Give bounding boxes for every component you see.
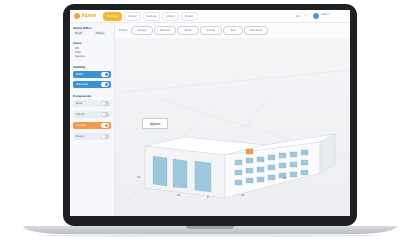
app-logo[interactable]: Alpine	[74, 12, 97, 20]
visibility-walls-label: Walls	[76, 72, 84, 76]
phase-filter-label: Phase	[119, 28, 128, 32]
phase-chip-finish[interactable]: Finish	[200, 26, 222, 35]
laptop-shadow	[40, 234, 380, 237]
visibility-walls-toggle[interactable]: Walls	[73, 71, 111, 78]
component-facade[interactable]: Facade	[73, 122, 111, 129]
app-screen: Alpine Building Model Settings Library R…	[70, 10, 350, 216]
nav-tab-library[interactable]: Library	[162, 12, 179, 21]
user-name[interactable]: Admin	[321, 13, 339, 16]
component-floors[interactable]: Floors	[73, 111, 111, 118]
toggle-switch[interactable]	[101, 112, 109, 117]
top-bar: Alpine Building Model Settings Library R…	[70, 10, 350, 23]
dimension-label: 15	[241, 193, 245, 197]
building-3d-viewport[interactable]: 12 10 8 15 24 Alpine	[115, 38, 350, 216]
project-meta[interactable]: Draft	[73, 31, 84, 35]
component-doors[interactable]: Doors	[73, 133, 111, 140]
phase-chip-test[interactable]: Test	[223, 26, 243, 35]
sidebar: Alpine Office Draft Share Views 3D Plan …	[70, 23, 115, 216]
dimension-label: 10	[177, 193, 181, 197]
toggle-switch[interactable]	[101, 101, 109, 106]
language-switch[interactable]: EN	[296, 13, 300, 19]
nav-tab-model[interactable]: Model	[124, 12, 141, 21]
nav-tab-report[interactable]: Report	[181, 12, 198, 21]
visibility-windows-toggle[interactable]: Windows	[73, 81, 111, 88]
toggle-switch[interactable]	[101, 82, 109, 87]
toggle-switch[interactable]	[101, 72, 109, 77]
view-item-section[interactable]: Section	[75, 54, 85, 58]
component-floors-label: Floors	[76, 112, 85, 116]
component-doors-label: Doors	[76, 134, 85, 138]
section-visibility-heading: Visibility	[73, 65, 86, 69]
component-facade-label: Facade	[76, 123, 87, 127]
logo-text: Alpine	[81, 13, 97, 19]
share-button[interactable]: Share	[94, 31, 107, 35]
nav-tab-building[interactable]: Building	[103, 12, 122, 21]
project-title: Alpine Office	[73, 26, 92, 30]
phase-chip-design[interactable]: Design	[131, 26, 153, 35]
logo-icon	[74, 13, 80, 19]
toggle-switch[interactable]	[101, 134, 109, 139]
building-name-tag[interactable]: Alpine	[142, 118, 168, 129]
help-icon[interactable]: ?	[305, 13, 307, 19]
component-roof-label: Roof	[76, 101, 83, 105]
section-components-heading: Components	[73, 94, 92, 98]
phase-chip-handover[interactable]: Handover	[244, 26, 268, 35]
highlighted-window[interactable]	[245, 148, 254, 155]
dimension-label: 12	[137, 175, 141, 179]
section-views-heading: Views	[73, 41, 82, 45]
phase-chip-build[interactable]: Build	[177, 26, 199, 35]
toggle-switch[interactable]	[101, 123, 109, 128]
nav-tab-settings[interactable]: Settings	[143, 12, 160, 21]
laptop-notch	[186, 226, 234, 229]
component-roof[interactable]: Roof	[73, 100, 111, 107]
top-right-controls: EN ? Admin	[296, 13, 346, 19]
dimension-label: 24	[283, 176, 287, 180]
visibility-windows-label: Windows	[76, 82, 89, 86]
phase-chip-review[interactable]: Review	[154, 26, 176, 35]
avatar[interactable]	[313, 13, 319, 19]
